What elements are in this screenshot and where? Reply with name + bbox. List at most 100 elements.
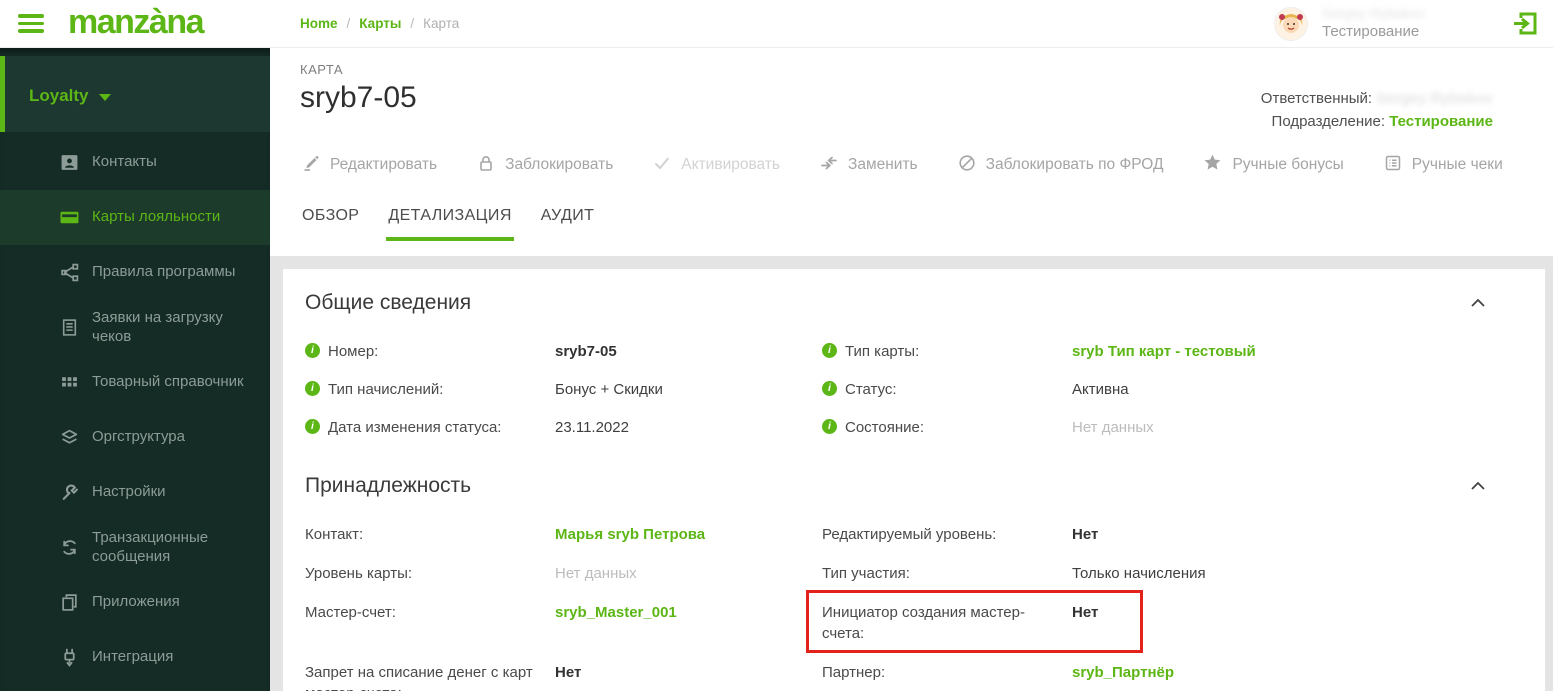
sidebar-item-integration[interactable]: Интеграция [0, 630, 270, 685]
sidebar-item-transactional-messages[interactable]: Транзакционные сообщения [0, 520, 270, 575]
sidebar-item-applications[interactable]: Приложения [0, 575, 270, 630]
topbar-user-area: Sergey Rybakov Тестирование [1274, 5, 1553, 41]
brand-logo: manzàna [68, 2, 205, 41]
breadcrumb-current: Карта [423, 16, 460, 31]
sidebar-item-receipt-requests[interactable]: Заявки на загрузку чеков [0, 300, 270, 355]
manual-bonuses-button[interactable]: Ручные бонусы [1203, 153, 1344, 177]
grid-icon [60, 373, 79, 392]
list-table-icon [1384, 154, 1402, 177]
field-card-level: Уровень карты: Нет данных [305, 563, 822, 584]
tab-detail[interactable]: ДЕТАЛИЗАЦИЯ [386, 201, 514, 241]
menu-icon[interactable] [18, 10, 44, 37]
section-general-fields: i Номер: sryb7-05 i Тип карты: sryb Тип ка… [305, 341, 1490, 438]
wrench-icon [60, 483, 79, 502]
field-state: i Состояние: Нет данных [822, 417, 1490, 438]
field-value-link[interactable]: Марья sryb Петрова [555, 524, 822, 545]
sidebar: Loyalty Контакты Карты лояльности Правил… [0, 48, 270, 691]
card-meta: Ответственный: Sergey Rybakov Подразделе… [1261, 62, 1493, 133]
department-value[interactable]: Тестирование [1389, 113, 1493, 130]
field-value: Активна [1072, 381, 1129, 398]
section-ownership-fields: Контакт: Марья sryb Петрова Редактируемы… [305, 524, 1490, 691]
user-name: Sergey Rybakov [1322, 5, 1425, 22]
plug-icon [60, 648, 79, 667]
field-editable-level: Редактируемый уровень: Нет [822, 524, 1490, 545]
sidebar-item-product-catalog[interactable]: Товарный справочник [0, 355, 270, 410]
card-header: КАРТА sryb7-05 Ответственный: Sergey Ryb… [270, 48, 1553, 133]
card-kicker: КАРТА [300, 62, 344, 77]
responsible-label: Ответственный: [1260, 90, 1373, 107]
chevron-down-icon [98, 93, 111, 101]
sidebar-item-program-rules[interactable]: Правила программы [0, 245, 270, 300]
check-icon [653, 154, 671, 177]
sidebar-item-contacts[interactable]: Контакты [0, 135, 270, 190]
ban-circle-icon [958, 154, 976, 177]
lock-icon [477, 154, 495, 177]
avatar[interactable] [1274, 6, 1308, 41]
section-general-header: Общие сведения [305, 291, 1490, 315]
field-partner: Партнер: sryb_Партнёр [822, 662, 1490, 691]
sidebar-item-org-structure[interactable]: Оргструктура [0, 410, 270, 465]
tab-bar: ОБЗОР ДЕТАЛИЗАЦИЯ АУДИТ [270, 201, 1553, 241]
breadcrumb-cards[interactable]: Карты [359, 16, 401, 31]
field-participation-type: Тип участия: Только начисления [822, 563, 1490, 584]
main-area: КАРТА sryb7-05 Ответственный: Sergey Ryb… [270, 48, 1553, 691]
share-network-icon [60, 263, 79, 282]
toolbar: Редактировать Заблокировать Активировать… [270, 133, 1553, 191]
sidebar-module-loyalty[interactable]: Loyalty [0, 56, 270, 132]
block-frod-button[interactable]: Заблокировать по ФРОД [958, 154, 1163, 177]
sync-arrows-icon [60, 538, 79, 557]
sidebar-item-loyalty-cards[interactable]: Карты лояльности [0, 190, 270, 245]
info-icon[interactable]: i [305, 419, 320, 434]
user-department: Тестирование [1322, 22, 1420, 40]
topbar: manzàna Home / Карты / Карта Sergey Ryba… [0, 0, 1553, 48]
credit-card-icon [60, 208, 79, 227]
edit-button[interactable]: Редактировать [302, 154, 437, 177]
field-value: Нет [1072, 526, 1099, 543]
swap-arrows-icon [820, 154, 838, 177]
section-ownership-header: Принадлежность [305, 474, 1490, 498]
info-icon[interactable]: i [822, 381, 837, 396]
layers-icon [60, 428, 79, 447]
breadcrumb-separator: / [346, 16, 351, 31]
page-title: sryb7-05 [300, 81, 417, 114]
star-icon [1203, 153, 1222, 177]
tab-audit[interactable]: АУДИТ [539, 201, 597, 241]
info-icon[interactable]: i [305, 343, 320, 358]
field-debit-prohibition: Запрет на списание денег с карт мастер-с… [305, 662, 822, 691]
block-button[interactable]: Заблокировать [477, 154, 613, 177]
breadcrumb-separator: / [410, 16, 415, 31]
info-icon[interactable]: i [822, 419, 837, 434]
department-label: Подразделение: [1271, 112, 1386, 130]
field-value: Только начисления [1072, 565, 1206, 582]
manual-receipts-button[interactable]: Ручные чеки [1384, 154, 1503, 177]
chevron-up-icon[interactable] [1466, 477, 1490, 495]
info-icon[interactable]: i [822, 343, 837, 358]
breadcrumb-home[interactable]: Home [300, 16, 338, 31]
field-value: Нет [1072, 604, 1099, 621]
pencil-icon [302, 154, 320, 177]
info-icon[interactable]: i [305, 381, 320, 396]
field-value: sryb7-05 [555, 343, 617, 360]
field-value: Нет данных [555, 565, 637, 582]
field-value-link[interactable]: sryb Тип карт - тестовый [1072, 341, 1490, 362]
activate-button[interactable]: Активировать [653, 154, 780, 177]
module-label: Loyalty [29, 86, 89, 105]
tab-overview[interactable]: ОБЗОР [300, 201, 361, 241]
field-value: Бонус + Скидки [555, 381, 663, 398]
field-value-link[interactable]: sryb_Партнёр [1072, 662, 1490, 683]
field-status: i Статус: Активна [822, 379, 1490, 400]
field-status-change-date: i Дата изменения статуса: 23.11.2022 [305, 417, 822, 438]
contact-card-icon [60, 153, 79, 172]
responsible-value: Sergey Rybakov [1376, 90, 1493, 107]
chevron-up-icon[interactable] [1466, 294, 1490, 312]
logout-icon[interactable] [1512, 10, 1539, 37]
sidebar-item-settings[interactable]: Настройки [0, 465, 270, 520]
replace-button[interactable]: Заменить [820, 154, 918, 177]
copy-pages-icon [60, 593, 79, 612]
field-value-link[interactable]: sryb_Master_001 [555, 602, 822, 623]
receipt-document-icon [60, 318, 79, 337]
field-value: Нет [555, 664, 582, 681]
content-area: Общие сведения i Номер: sryb7-05 i Тип кар… [270, 256, 1553, 691]
field-accrual-type: i Тип начислений: Бонус + Скидки [305, 379, 822, 400]
logo-zone: manzàna [0, 0, 270, 47]
